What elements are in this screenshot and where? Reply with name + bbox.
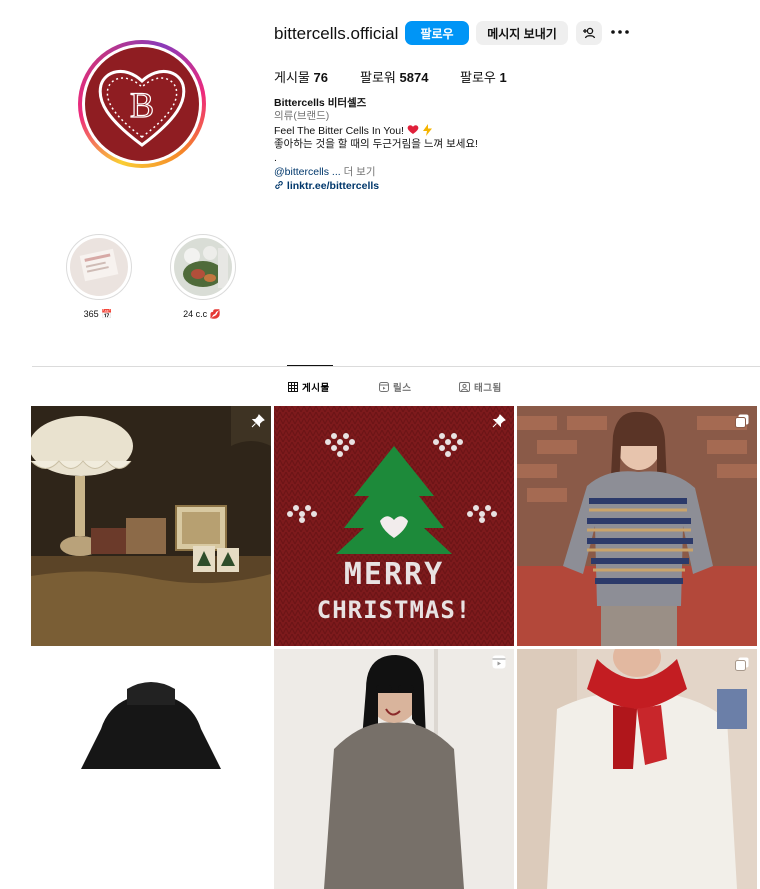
- post-image: [31, 649, 271, 889]
- tabs-divider: [32, 366, 760, 367]
- following-label: 팔로우: [460, 70, 496, 85]
- reel-icon: [492, 655, 506, 669]
- active-tab-indicator: [287, 365, 333, 366]
- tab-tagged-label: 태그됨: [474, 383, 502, 394]
- heart-emoji-icon: [407, 125, 419, 134]
- post-tile-3[interactable]: [517, 406, 757, 646]
- profile-username: bittercells.official: [274, 24, 399, 43]
- tab-reels[interactable]: 릴스: [379, 380, 411, 394]
- story-highlight-2[interactable]: [170, 234, 236, 300]
- posts-label: 게시물: [274, 70, 310, 85]
- svg-text:B: B: [130, 85, 154, 125]
- highlight-cover-image: [174, 238, 232, 296]
- avatar-frame: B: [82, 44, 202, 164]
- pinned-icon: [251, 414, 265, 428]
- bio-external-link[interactable]: linktr.ee/bittercells: [274, 180, 379, 193]
- carousel-icon: [735, 414, 749, 428]
- post-image: [517, 406, 757, 646]
- bio-line-2: 좋아하는 것을 할 때의 두근거림을 느껴 보세요!: [274, 138, 478, 150]
- bio-link-text: linktr.ee/bittercells: [286, 180, 380, 192]
- post-image: [31, 406, 271, 646]
- tab-tagged[interactable]: 태그됨: [459, 380, 502, 394]
- carousel-icon: [735, 657, 749, 671]
- grid-icon: [288, 382, 298, 392]
- bio-mention-row: @bittercells ... 더 보기: [274, 166, 376, 179]
- highlight-1-label: 365 📅: [83, 309, 113, 319]
- tab-reels-label: 릴스: [393, 383, 412, 394]
- link-icon: [275, 181, 283, 189]
- followers-count: 5874: [399, 70, 429, 85]
- svg-text:CHRISTMAS!: CHRISTMAS!: [317, 596, 472, 624]
- highlight-cover-image: [70, 238, 128, 296]
- bio-name: Bittercells 비터셀즈: [274, 97, 367, 109]
- post-image: [274, 649, 514, 889]
- post-tile-6[interactable]: [517, 649, 757, 889]
- post-tile-2[interactable]: MERRY CHRISTMAS!: [274, 406, 514, 646]
- followers-label: 팔로워: [360, 70, 396, 85]
- lightning-emoji-icon: [422, 124, 432, 136]
- highlight-2-label: 24 c.c 💋: [183, 309, 221, 319]
- post-image: [517, 649, 757, 889]
- avatar: B: [85, 47, 199, 161]
- svg-text:MERRY: MERRY: [344, 557, 444, 592]
- profile-avatar-ring[interactable]: B: [78, 40, 206, 168]
- bio-more-button[interactable]: 더 보기: [344, 166, 376, 178]
- posts-count-stat: 게시물 76: [274, 67, 328, 86]
- story-highlight-1[interactable]: [66, 234, 132, 300]
- bio-line-3: .: [274, 152, 277, 164]
- post-tile-4[interactable]: [31, 649, 271, 889]
- tab-posts-label: 게시물: [302, 383, 330, 394]
- bio-mention-link[interactable]: @bittercells ...: [274, 166, 341, 178]
- more-options-icon[interactable]: [610, 24, 630, 40]
- followers-stat[interactable]: 팔로워 5874: [360, 67, 428, 86]
- suggest-user-button[interactable]: [576, 21, 602, 45]
- heart-logo: B: [98, 70, 186, 147]
- bio-line-1: Feel The Bitter Cells In You!: [274, 124, 433, 138]
- pinned-icon: [492, 414, 506, 428]
- following-count: 1: [499, 70, 507, 85]
- bio-line-1-text: Feel The Bitter Cells In You!: [274, 125, 404, 137]
- tab-posts[interactable]: 게시물: [288, 380, 330, 394]
- message-button[interactable]: 메시지 보내기: [476, 21, 568, 45]
- posts-count: 76: [313, 70, 328, 85]
- post-tile-5[interactable]: [274, 649, 514, 889]
- follow-button[interactable]: 팔로우: [405, 21, 469, 45]
- post-image: MERRY CHRISTMAS!: [274, 406, 514, 646]
- reels-icon: [379, 382, 389, 392]
- add-user-icon: [583, 27, 596, 39]
- bio-category: 의류(브랜드): [274, 110, 330, 122]
- following-stat[interactable]: 팔로우 1: [460, 67, 507, 86]
- post-tile-1[interactable]: [31, 406, 271, 646]
- tagged-icon: [459, 382, 470, 392]
